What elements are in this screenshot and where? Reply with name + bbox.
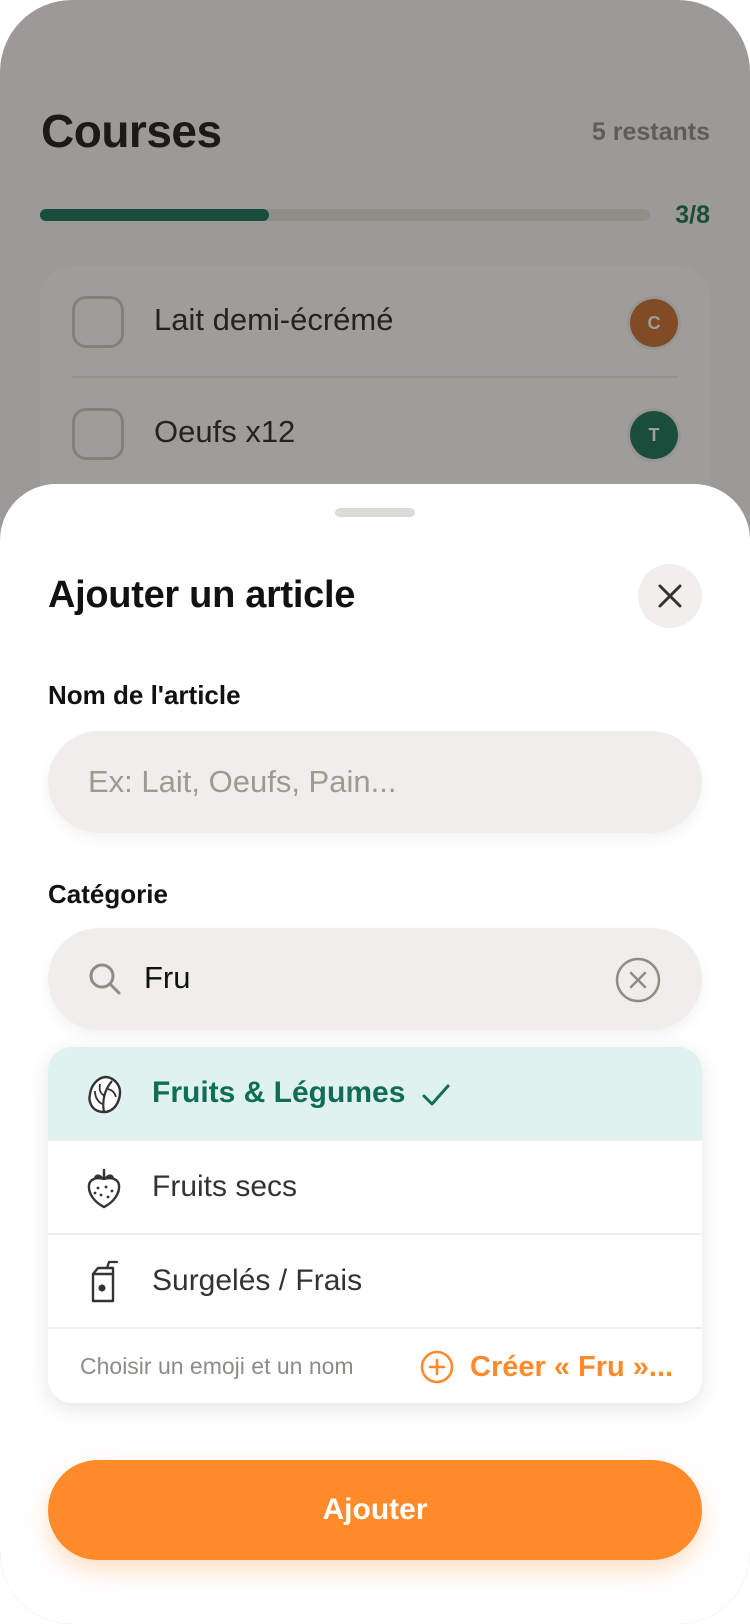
create-hint: Choisir un emoji et un nom: [80, 1353, 354, 1379]
plus-circle-icon: [420, 1350, 454, 1384]
option-label: Fruits & Légumes: [152, 1076, 406, 1109]
search-icon: [89, 963, 121, 995]
clear-circle-icon[interactable]: [614, 956, 662, 1004]
close-button[interactable]: [638, 564, 702, 628]
sheet-title: Ajouter un article: [48, 574, 356, 616]
create-category-row: Choisir un emoji et un nom Créer « Fru »…: [48, 1329, 702, 1403]
category-option-surgeles-frais[interactable]: Surgelés / Frais: [48, 1235, 702, 1329]
strawberry-icon: [87, 1168, 121, 1209]
create-category-label: Créer « Fru »...: [470, 1350, 674, 1383]
phone-screen: Courses 5 restants 3/8 Lait demi-écrémé …: [0, 0, 750, 1624]
option-label: Fruits secs: [152, 1170, 298, 1203]
category-option-fruits-secs[interactable]: Fruits secs: [48, 1141, 702, 1235]
option-label: Surgelés / Frais: [152, 1264, 363, 1297]
add-item-sheet: Ajouter un article Nom de l'article Caté…: [0, 484, 750, 1624]
item-name-input[interactable]: [48, 731, 702, 833]
category-search-input[interactable]: Fru: [48, 928, 702, 1030]
category-label: Catégorie: [48, 879, 168, 909]
add-button[interactable]: Ajouter: [48, 1460, 702, 1560]
category-dropdown: Fruits & Légumes Fruits secs Surgelés / …: [48, 1047, 702, 1403]
sheet-grabber[interactable]: [335, 508, 415, 517]
item-name-label: Nom de l'article: [48, 680, 241, 710]
lettuce-icon: [88, 1075, 122, 1114]
close-icon: [658, 584, 682, 608]
category-search-value: Fru: [144, 960, 191, 995]
category-option-fruits-legumes[interactable]: Fruits & Légumes: [48, 1047, 702, 1141]
checkmark-icon: [422, 1084, 450, 1106]
juice-box-icon: [91, 1260, 119, 1303]
create-category-button[interactable]: Créer « Fru »...: [420, 1347, 673, 1387]
